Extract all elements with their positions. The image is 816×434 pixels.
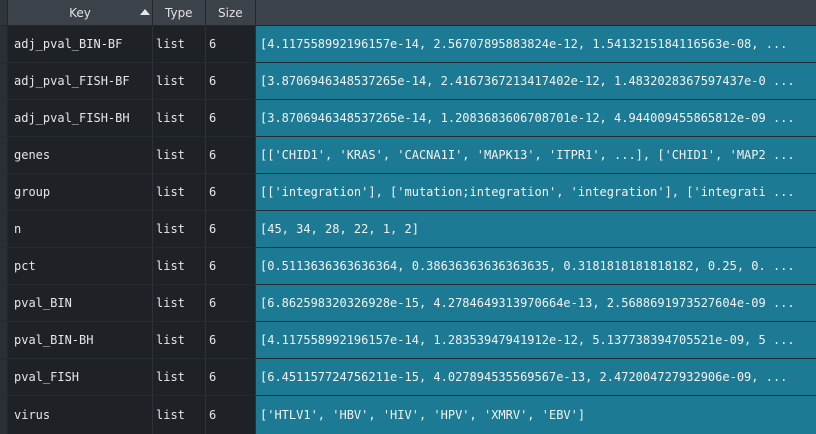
key-cell[interactable]: group [8, 174, 153, 210]
value-cell[interactable]: [3.8706946348537265e-14, 2.4167367213417… [256, 63, 816, 99]
value-cell[interactable]: [6.451157724756211e-15, 4.02789453556956… [256, 359, 816, 395]
row-gutter [0, 285, 8, 321]
key-cell[interactable]: genes [8, 137, 153, 173]
row-gutter [0, 100, 8, 136]
size-cell[interactable]: 6 [206, 137, 256, 173]
size-cell[interactable]: 6 [206, 100, 256, 136]
value-cell[interactable]: [45, 34, 28, 22, 1, 2] [256, 211, 816, 247]
key-cell[interactable]: n [8, 211, 153, 247]
key-cell[interactable]: adj_pval_BIN-BF [8, 26, 153, 62]
row-gutter [0, 26, 8, 62]
table-row[interactable]: pval_FISH list 6 [6.451157724756211e-15,… [0, 359, 816, 396]
table-row[interactable]: virus list 6 ['HTLV1', 'HBV', 'HIV', 'HP… [0, 396, 816, 434]
size-cell[interactable]: 6 [206, 248, 256, 284]
key-cell[interactable]: adj_pval_FISH-BH [8, 100, 153, 136]
row-gutter [0, 137, 8, 173]
size-cell[interactable]: 6 [206, 285, 256, 321]
table-row[interactable]: n list 6 [45, 34, 28, 22, 1, 2] [0, 211, 816, 248]
type-cell[interactable]: list [153, 100, 206, 136]
type-cell[interactable]: list [153, 248, 206, 284]
table-row[interactable]: adj_pval_BIN-BF list 6 [4.11755899219615… [0, 26, 816, 63]
type-cell[interactable]: list [153, 285, 206, 321]
variable-explorer-table: Key Type Size adj_pval_BIN-BF list 6 [4.… [0, 0, 816, 434]
row-gutter [0, 63, 8, 99]
type-cell[interactable]: list [153, 359, 206, 395]
value-cell[interactable]: [['integration'], ['mutation;integration… [256, 174, 816, 210]
value-cell[interactable]: ['HTLV1', 'HBV', 'HIV', 'HPV', 'XMRV', '… [256, 396, 816, 434]
type-cell[interactable]: list [153, 26, 206, 62]
type-cell[interactable]: list [153, 211, 206, 247]
size-cell[interactable]: 6 [206, 63, 256, 99]
type-cell[interactable]: list [153, 137, 206, 173]
table-row[interactable]: pval_BIN-BH list 6 [4.117558992196157e-1… [0, 322, 816, 359]
column-header-type[interactable]: Type [153, 0, 206, 25]
table-row[interactable]: adj_pval_FISH-BH list 6 [3.8706946348537… [0, 100, 816, 137]
size-cell[interactable]: 6 [206, 211, 256, 247]
row-gutter [0, 174, 8, 210]
row-gutter [0, 211, 8, 247]
table-row[interactable]: genes list 6 [['CHID1', 'KRAS', 'CACNA1I… [0, 137, 816, 174]
size-cell[interactable]: 6 [206, 174, 256, 210]
table-header: Key Type Size [0, 0, 816, 26]
column-header-value[interactable] [256, 0, 816, 25]
key-cell[interactable]: pval_FISH [8, 359, 153, 395]
value-cell[interactable]: [4.117558992196157e-14, 1.28353947941912… [256, 322, 816, 358]
table-row[interactable]: adj_pval_FISH-BF list 6 [3.8706946348537… [0, 63, 816, 100]
table-row[interactable]: pval_BIN list 6 [6.862598320326928e-15, … [0, 285, 816, 322]
row-gutter [0, 396, 8, 434]
value-cell[interactable]: [3.8706946348537265e-14, 1.2083683606708… [256, 100, 816, 136]
column-header-key[interactable]: Key [8, 0, 153, 25]
column-header-size-label: Size [218, 5, 243, 20]
value-cell[interactable]: [4.117558992196157e-14, 2.56707895883824… [256, 26, 816, 62]
value-cell[interactable]: [6.862598320326928e-15, 4.27846493139706… [256, 285, 816, 321]
key-cell[interactable]: pct [8, 248, 153, 284]
row-gutter [0, 359, 8, 395]
column-header-size[interactable]: Size [206, 0, 256, 25]
size-cell[interactable]: 6 [206, 322, 256, 358]
value-cell[interactable]: [0.5113636363636364, 0.38636363636363635… [256, 248, 816, 284]
key-cell[interactable]: pval_BIN [8, 285, 153, 321]
table-row[interactable]: group list 6 [['integration'], ['mutatio… [0, 174, 816, 211]
column-header-key-label: Key [69, 5, 91, 20]
table-body: adj_pval_BIN-BF list 6 [4.11755899219615… [0, 26, 816, 434]
key-cell[interactable]: adj_pval_FISH-BF [8, 63, 153, 99]
type-cell[interactable]: list [153, 63, 206, 99]
size-cell[interactable]: 6 [206, 359, 256, 395]
column-header-type-label: Type [165, 5, 193, 20]
key-cell[interactable]: pval_BIN-BH [8, 322, 153, 358]
type-cell[interactable]: list [153, 322, 206, 358]
row-gutter [0, 322, 8, 358]
size-cell[interactable]: 6 [206, 26, 256, 62]
type-cell[interactable]: list [153, 174, 206, 210]
type-cell[interactable]: list [153, 396, 206, 434]
table-row[interactable]: pct list 6 [0.5113636363636364, 0.386363… [0, 248, 816, 285]
sort-ascending-icon[interactable] [140, 9, 150, 15]
size-cell[interactable]: 6 [206, 396, 256, 434]
key-cell[interactable]: virus [8, 396, 153, 434]
value-cell[interactable]: [['CHID1', 'KRAS', 'CACNA1I', 'MAPK13', … [256, 137, 816, 173]
header-gutter [0, 0, 8, 25]
row-gutter [0, 248, 8, 284]
